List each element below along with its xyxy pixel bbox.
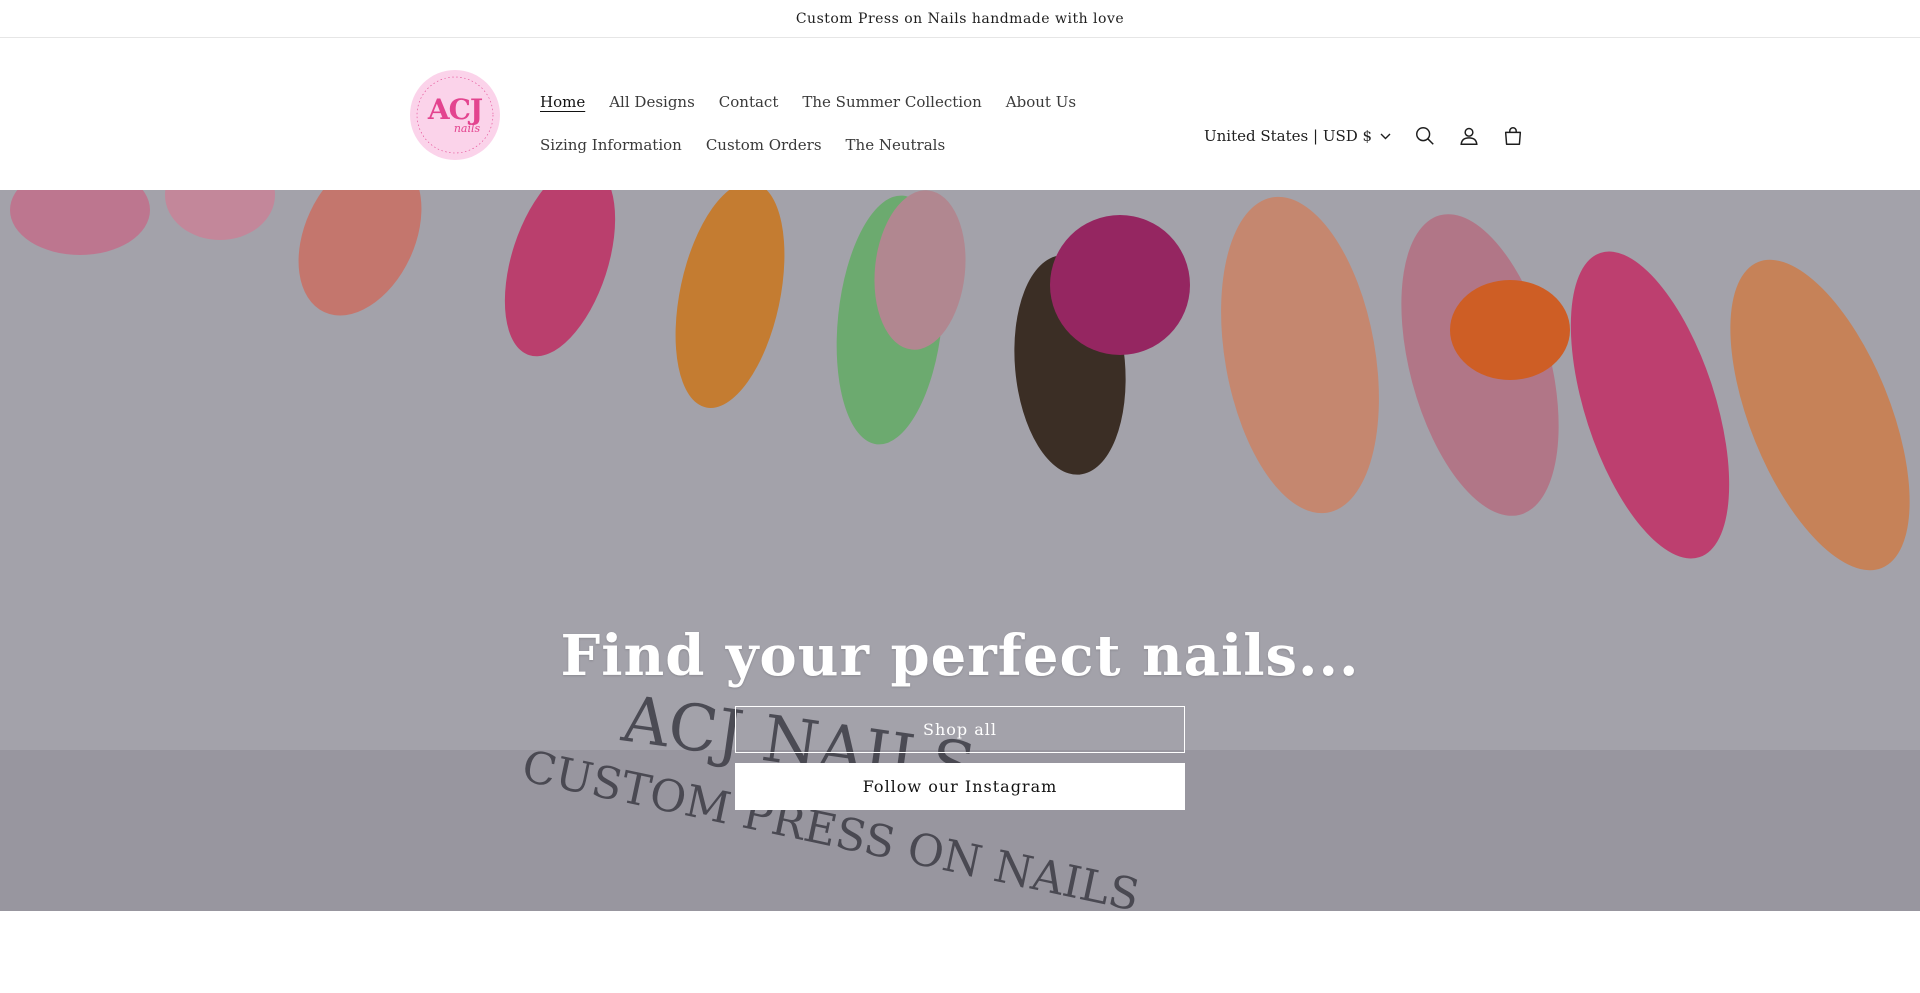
country-currency-selector[interactable]: United States | USD $	[1204, 127, 1391, 145]
store-logo[interactable]: ACJ nails	[410, 70, 500, 160]
nav-home[interactable]: Home	[540, 93, 585, 111]
shop-all-button[interactable]: Shop all	[735, 705, 1185, 753]
nav-row-2: Sizing Information Custom Orders The Neu…	[540, 123, 1100, 166]
header-actions: United States | USD $	[1204, 122, 1527, 150]
announcement-bar: Custom Press on Nails handmade with love	[0, 0, 1920, 38]
next-section	[0, 911, 1920, 993]
nav-row-1: Home All Designs Contact The Summer Coll…	[540, 80, 1100, 123]
cart-button[interactable]	[1499, 122, 1527, 150]
main-nav: Home All Designs Contact The Summer Coll…	[540, 80, 1100, 166]
hero-banner: ACJ NAILS CUSTOM PRESS ON NAILS Find you…	[0, 190, 1920, 911]
hero-content: Find your perfect nails... Shop all Foll…	[0, 623, 1920, 810]
logo-ring-decoration	[416, 76, 494, 154]
nav-all-designs[interactable]: All Designs	[609, 93, 695, 111]
nav-sizing-information[interactable]: Sizing Information	[540, 136, 682, 154]
nav-contact[interactable]: Contact	[719, 93, 779, 111]
follow-instagram-button[interactable]: Follow our Instagram	[735, 762, 1185, 810]
search-icon	[1416, 127, 1434, 145]
chevron-down-icon	[1380, 133, 1391, 139]
nav-about-us[interactable]: About Us	[1006, 93, 1076, 111]
site-header: ACJ nails Home All Designs Contact The S…	[0, 38, 1920, 190]
account-icon	[1460, 127, 1478, 145]
nav-summer-collection[interactable]: The Summer Collection	[802, 93, 981, 111]
announcement-text: Custom Press on Nails handmade with love	[795, 10, 1125, 27]
locale-label: United States | USD $	[1204, 127, 1373, 145]
nav-custom-orders[interactable]: Custom Orders	[706, 136, 822, 154]
search-button[interactable]	[1411, 122, 1439, 150]
nav-the-neutrals[interactable]: The Neutrals	[846, 136, 946, 154]
cart-icon	[1505, 127, 1522, 145]
account-button[interactable]	[1455, 122, 1483, 150]
hero-title: Find your perfect nails...	[560, 623, 1360, 689]
